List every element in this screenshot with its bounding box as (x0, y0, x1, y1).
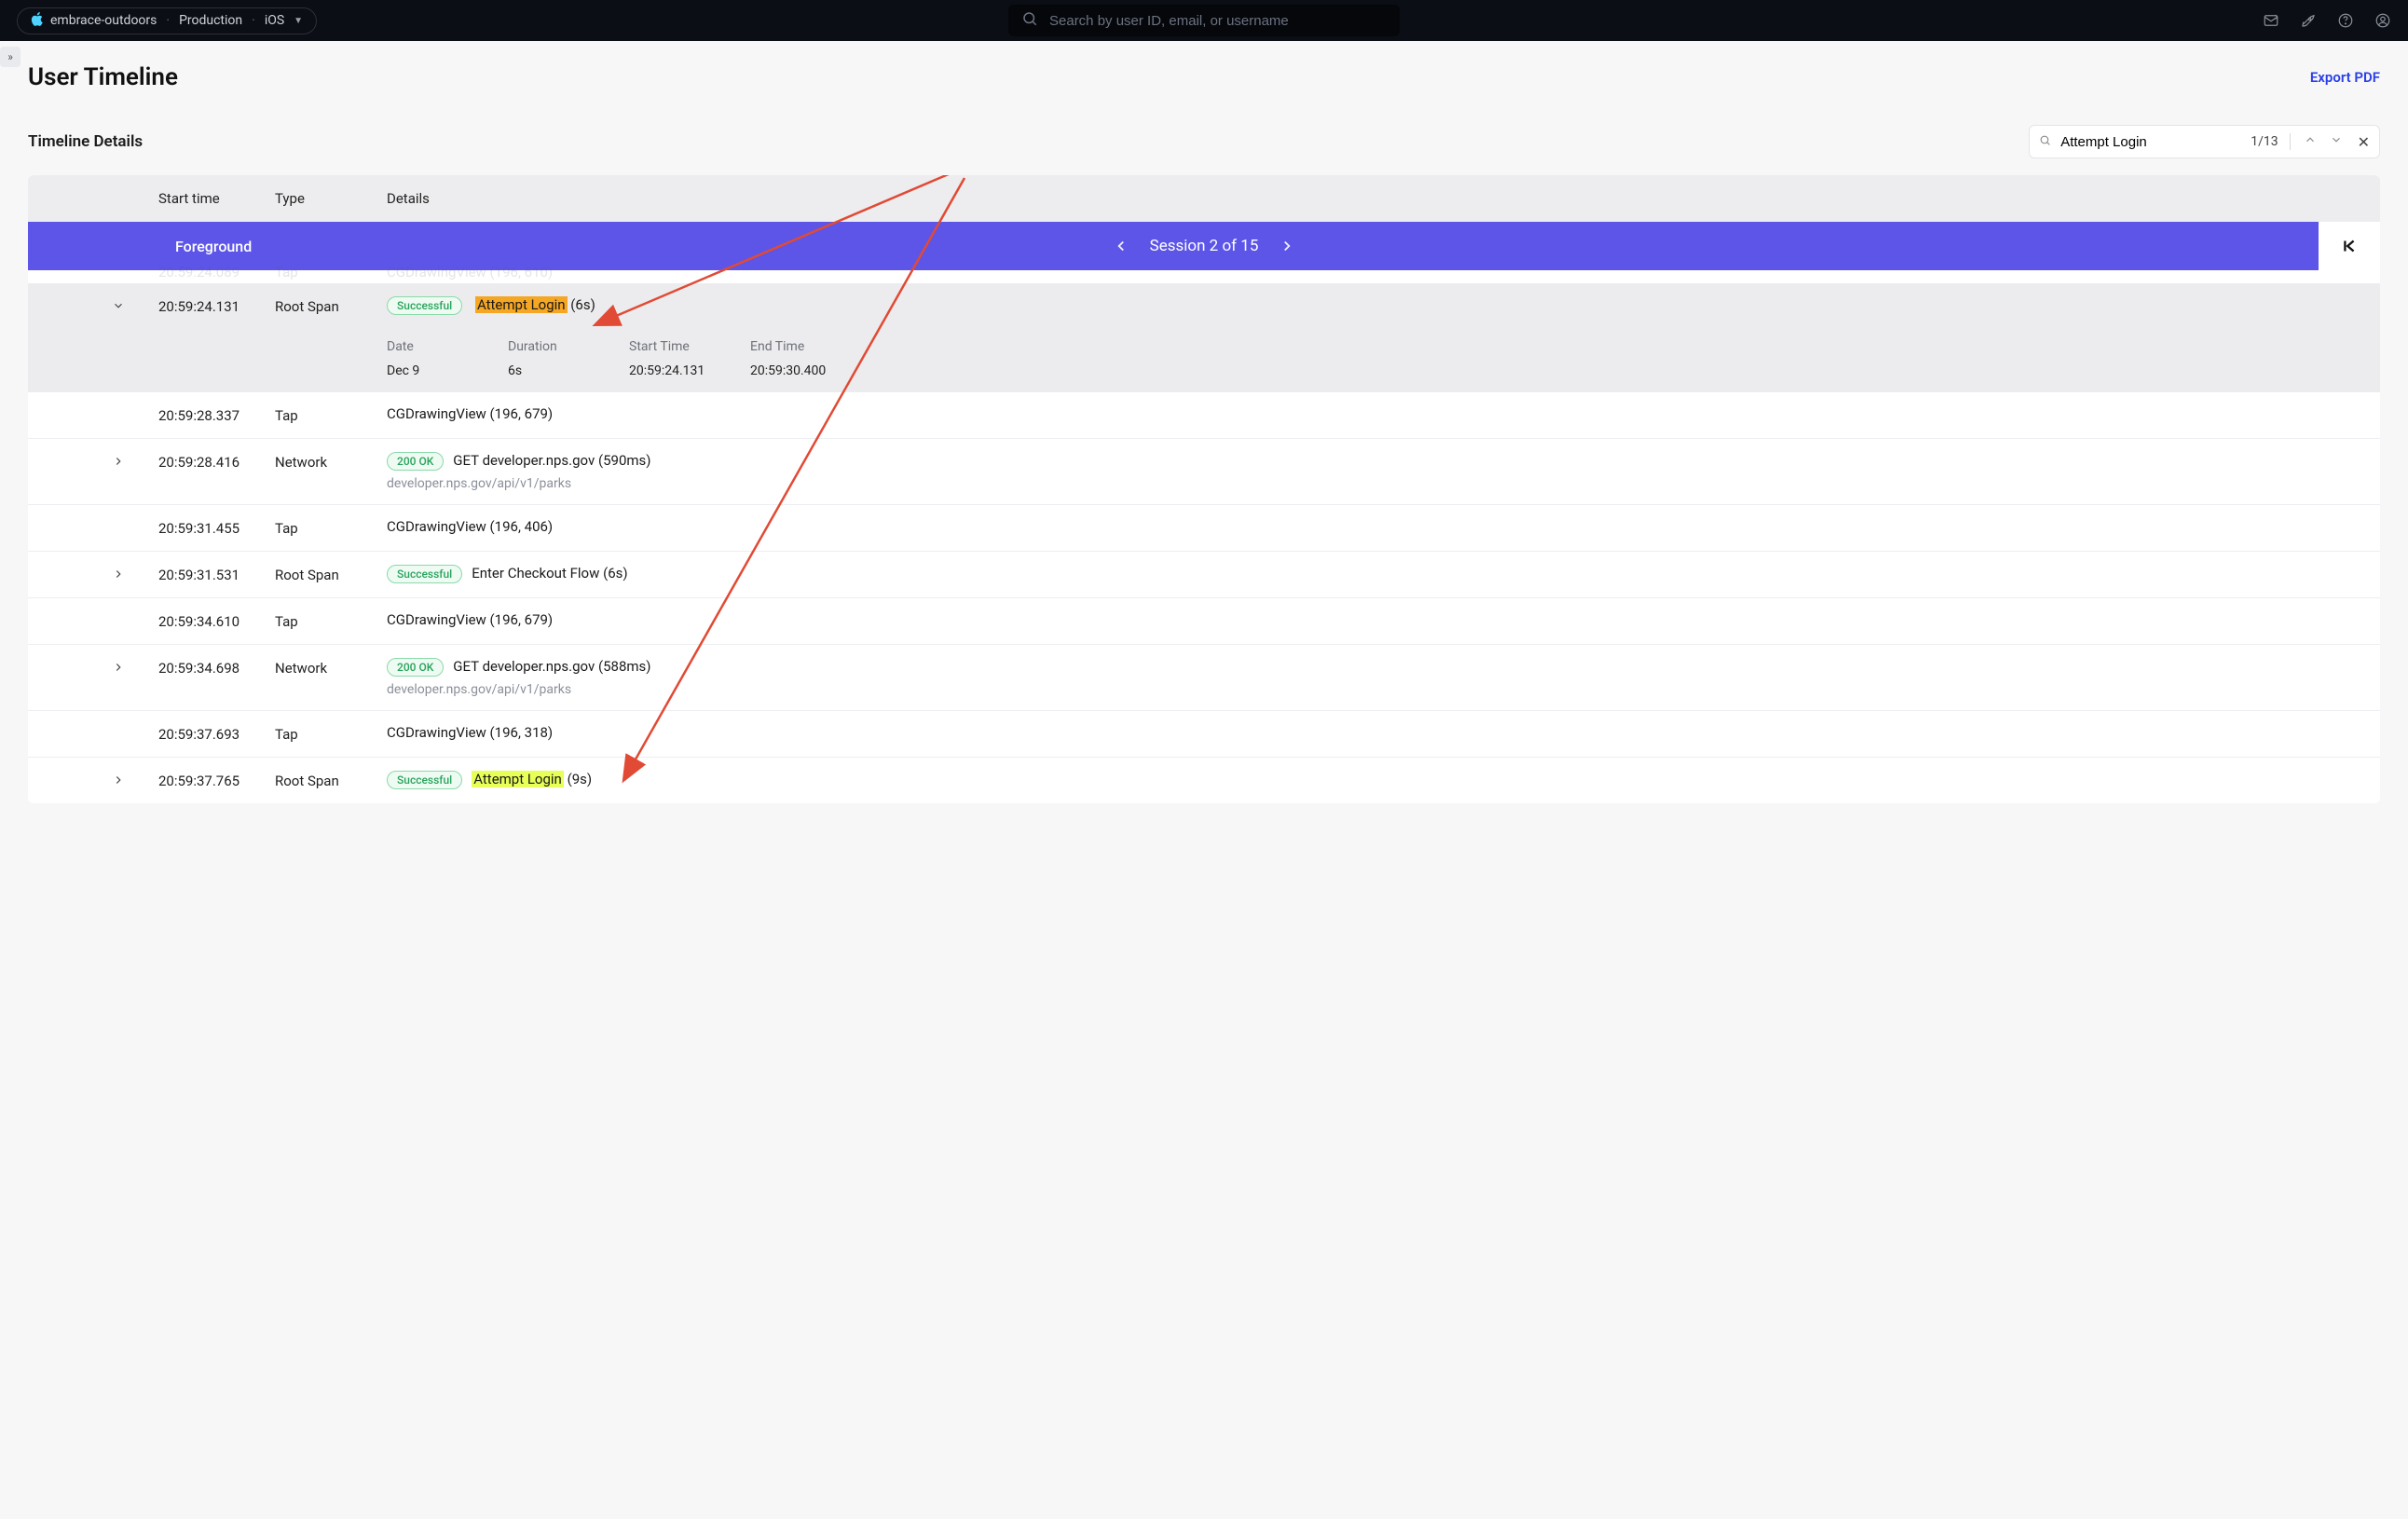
find-next[interactable] (2328, 133, 2345, 150)
table-row[interactable]: 20:59:37.693TapCGDrawingView (196, 318) (28, 710, 2380, 757)
row-time: 20:59:28.337 (158, 405, 275, 424)
row-time: 20:59:31.531 (158, 565, 275, 583)
status-badge: 200 OK (387, 452, 444, 471)
row-type: Tap (275, 724, 387, 743)
jump-to-start[interactable] (2319, 222, 2380, 270)
top-bar: embrace-outdoors · Production · iOS ▼ (0, 0, 2408, 41)
row-details: 200 OKGET developer.nps.gov (588ms)devel… (387, 658, 2380, 697)
sidebar-expand[interactable]: » (0, 47, 21, 67)
status-badge: Successful (387, 565, 462, 583)
chevron-right-icon[interactable] (112, 773, 125, 790)
status-badge: 200 OK (387, 658, 444, 677)
table-row[interactable]: 20:59:34.698Network200 OKGET developer.n… (28, 644, 2380, 710)
mail-icon[interactable] (2263, 12, 2279, 29)
row-time: 20:59:31.455 (158, 518, 275, 537)
section-title: Timeline Details (28, 132, 143, 151)
table-row-expanded[interactable]: 20:59:24.131 Root Span Successful Attemp… (28, 283, 2380, 391)
row-type: Root Span (275, 565, 387, 583)
row-type: Network (275, 658, 387, 677)
row-details: SuccessfulAttempt Login (9s) (387, 771, 2380, 789)
chevron-right-icon[interactable] (112, 661, 125, 677)
table-row: 20:59:24.089 Tap CGDrawingView (196, 610… (28, 270, 2380, 283)
col-type: Type (275, 190, 387, 207)
top-icons (2263, 12, 2391, 29)
apple-logo-icon (31, 12, 43, 30)
session-prev[interactable] (1113, 238, 1129, 254)
row-type: Root Span (275, 296, 387, 315)
table-row[interactable]: 20:59:31.531Root SpanSuccessfulEnter Che… (28, 551, 2380, 597)
global-search[interactable] (1008, 5, 1400, 36)
row-type: Network (275, 452, 387, 471)
matched-text: Attempt Login (475, 296, 568, 313)
table-row[interactable]: 20:59:28.416Network200 OKGET developer.n… (28, 438, 2380, 504)
timeline-panel: Start time Type Details Foreground Sessi… (28, 175, 2380, 803)
row-time: 20:59:24.131 (158, 296, 275, 315)
table-row[interactable]: 20:59:37.765Root SpanSuccessful Attempt L… (28, 757, 2380, 803)
row-details: CGDrawingView (196, 679) (387, 611, 2380, 628)
row-type: Tap (275, 518, 387, 537)
table-header: Start time Type Details (28, 175, 2380, 222)
row-duration: (6s) (568, 296, 595, 313)
row-type: Tap (275, 405, 387, 424)
search-icon (1021, 10, 1038, 31)
row-details: CGDrawingView (196, 406) (387, 518, 2380, 535)
chevron-down-icon: ▼ (294, 16, 303, 26)
timeline-rows: 20:59:24.089 Tap CGDrawingView (196, 610… (28, 270, 2380, 803)
timeline-find-bar: 1/13 ✕ (2029, 125, 2380, 158)
chevron-right-icon[interactable] (112, 455, 125, 472)
global-search-input[interactable] (1049, 13, 1387, 29)
find-count: 1/13 (2251, 134, 2278, 149)
status-badge: Successful (387, 296, 462, 315)
app-platform: iOS (265, 13, 284, 28)
col-start-time: Start time (158, 190, 275, 207)
page-title: User Timeline (28, 63, 178, 91)
row-time: 20:59:34.610 (158, 611, 275, 630)
row-details: CGDrawingView (196, 679) (387, 405, 2380, 422)
user-icon[interactable] (2374, 12, 2391, 29)
find-prev[interactable] (2302, 133, 2319, 150)
session-mode: Foreground (175, 238, 252, 255)
row-details: 200 OKGET developer.nps.gov (590ms)devel… (387, 452, 2380, 491)
rocket-icon[interactable] (2300, 12, 2317, 29)
row-time: 20:59:34.698 (158, 658, 275, 677)
table-row[interactable]: 20:59:34.610TapCGDrawingView (196, 679) (28, 597, 2380, 644)
app-selector[interactable]: embrace-outdoors · Production · iOS ▼ (17, 7, 317, 34)
row-detail-grid: Date Dec 9 Duration 6s Start Time 20:59:… (387, 339, 2305, 391)
help-icon[interactable] (2337, 12, 2354, 29)
app-env: Production (179, 13, 242, 28)
status-badge: Successful (387, 771, 462, 789)
row-time: 20:59:37.693 (158, 724, 275, 743)
row-subline: developer.nps.gov/api/v1/parks (387, 476, 2305, 491)
chevron-down-icon[interactable] (112, 299, 125, 316)
col-details: Details (387, 190, 2380, 207)
chevron-right-icon[interactable] (112, 568, 125, 584)
row-subline: developer.nps.gov/api/v1/parks (387, 682, 2305, 697)
table-row[interactable]: 20:59:28.337TapCGDrawingView (196, 679) (28, 391, 2380, 438)
search-icon (2039, 134, 2051, 150)
row-time: 20:59:37.765 (158, 771, 275, 789)
export-pdf-link[interactable]: Export PDF (2310, 69, 2380, 86)
matched-text: Attempt Login (472, 771, 564, 787)
row-time: 20:59:28.416 (158, 452, 275, 471)
table-row[interactable]: 20:59:31.455TapCGDrawingView (196, 406) (28, 504, 2380, 551)
row-type: Tap (275, 611, 387, 630)
find-close[interactable]: ✕ (2358, 133, 2370, 151)
session-next[interactable] (1279, 238, 1295, 254)
session-label: Session 2 of 15 (1150, 237, 1259, 255)
row-details: CGDrawingView (196, 318) (387, 724, 2380, 741)
row-type: Root Span (275, 771, 387, 789)
app-name: embrace-outdoors (50, 13, 157, 28)
row-details: SuccessfulEnter Checkout Flow (6s) (387, 565, 2380, 583)
timeline-find-input[interactable] (2060, 134, 2237, 150)
